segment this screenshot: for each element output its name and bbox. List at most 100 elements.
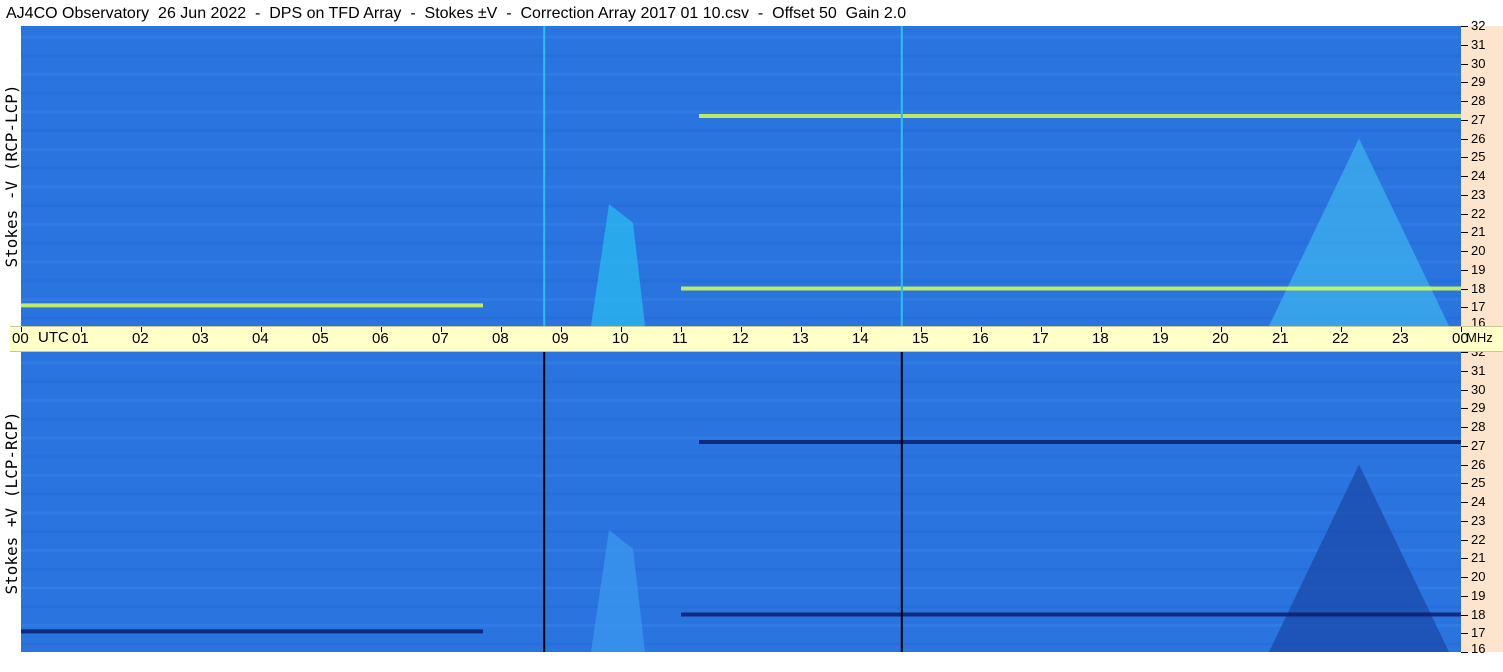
freq-band-texture bbox=[21, 297, 1461, 301]
freq-tick-label: 22 bbox=[1471, 531, 1486, 547]
freq-tick bbox=[1461, 63, 1468, 65]
freq-tick bbox=[1461, 520, 1468, 522]
freq-tick bbox=[1461, 194, 1468, 196]
time-tick-label: 20 bbox=[1212, 330, 1229, 347]
freq-tick bbox=[1461, 44, 1468, 46]
freq-tick-label: 25 bbox=[1471, 149, 1486, 165]
freq-tick-label: 26 bbox=[1471, 130, 1486, 146]
freq-band-texture bbox=[21, 222, 1461, 226]
freq-band-texture bbox=[21, 147, 1461, 151]
time-tick-label: 19 bbox=[1152, 330, 1169, 347]
freq-tick bbox=[1461, 82, 1468, 84]
freq-tick-label: 21 bbox=[1471, 224, 1486, 240]
freq-band-texture bbox=[21, 185, 1461, 189]
freq-band-texture bbox=[21, 166, 1461, 170]
freq-tick-label: 28 bbox=[1471, 93, 1486, 108]
spectrogram-bottom-canvas bbox=[21, 352, 1461, 652]
time-tick-label: 17 bbox=[1032, 330, 1049, 347]
time-tick-label: 13 bbox=[792, 330, 809, 347]
time-tick-label: 12 bbox=[732, 330, 749, 347]
freq-tick-label: 21 bbox=[1471, 550, 1486, 566]
freq-tick-label: 22 bbox=[1471, 205, 1486, 221]
freq-tick bbox=[1461, 464, 1468, 466]
freq-tick bbox=[1461, 370, 1468, 372]
freq-tick-label: 20 bbox=[1471, 569, 1486, 584]
freq-tick bbox=[1461, 577, 1468, 578]
freq-tick bbox=[1461, 232, 1468, 234]
freq-band-texture bbox=[21, 436, 1461, 440]
freq-tick-label: 16 bbox=[1471, 641, 1486, 656]
time-tick-label: 21 bbox=[1272, 330, 1289, 347]
freq-tick bbox=[1461, 427, 1468, 428]
interference-band-mark bbox=[21, 303, 483, 308]
time-tick-label: 14 bbox=[852, 330, 869, 347]
freq-band-texture bbox=[21, 586, 1461, 590]
freq-tick-label: 19 bbox=[1471, 261, 1486, 277]
time-tick-label: 01 bbox=[72, 330, 89, 347]
time-tick-label: 11 bbox=[672, 330, 688, 347]
vertical-marker-line bbox=[543, 352, 546, 652]
freq-tick-label: 24 bbox=[1471, 168, 1486, 183]
freq-band-texture bbox=[21, 530, 1461, 534]
time-tick-label: 16 bbox=[972, 330, 989, 347]
frequency-axis-bottom: 1617181920212223242526272829303132 bbox=[1461, 345, 1503, 656]
freq-tick bbox=[1461, 352, 1468, 353]
freq-tick-label: 18 bbox=[1471, 280, 1486, 296]
freq-tick bbox=[1461, 558, 1468, 560]
freq-tick bbox=[1461, 502, 1468, 503]
vertical-marker-line bbox=[543, 26, 546, 326]
freq-tick bbox=[1461, 119, 1468, 121]
burst-mark bbox=[591, 530, 645, 652]
freq-tick bbox=[1461, 101, 1468, 102]
freq-tick-label: 23 bbox=[1471, 186, 1486, 202]
freq-band-texture bbox=[21, 91, 1461, 95]
freq-tick-label: 23 bbox=[1471, 512, 1486, 528]
freq-band-texture bbox=[21, 567, 1461, 571]
freq-tick bbox=[1461, 213, 1468, 215]
spectrogram-bottom bbox=[21, 352, 1461, 652]
burst-mark bbox=[591, 204, 645, 326]
time-tick-label: 06 bbox=[372, 330, 389, 347]
freq-tick bbox=[1461, 614, 1468, 616]
freq-tick-label: 18 bbox=[1471, 606, 1486, 622]
freq-band-texture bbox=[21, 260, 1461, 264]
time-axis: 00 01 02 03 04 05 06 07 08 09 10 11 12 13 14 15 16 17 18 19… bbox=[10, 326, 1503, 352]
freq-tick-label: 30 bbox=[1471, 381, 1486, 397]
time-tick-label: 22 bbox=[1332, 330, 1349, 347]
freq-band-texture bbox=[21, 204, 1461, 208]
freq-band-texture bbox=[21, 35, 1461, 39]
interference-band-mark bbox=[699, 440, 1461, 444]
freq-tick-label: 31 bbox=[1471, 362, 1486, 378]
mhz-label: MHz bbox=[1466, 330, 1493, 345]
freq-tick bbox=[1461, 251, 1468, 252]
freq-tick bbox=[1461, 26, 1468, 27]
spectrogram-top-canvas bbox=[21, 26, 1461, 326]
window-title: AJ4CO Observatory 26 Jun 2022 - DPS on T… bbox=[6, 5, 907, 22]
time-tick-label: 02 bbox=[132, 330, 149, 347]
time-tick-label: 04 bbox=[252, 330, 269, 347]
freq-tick-label: 25 bbox=[1471, 475, 1486, 491]
bottom-panel-ylabel: Stokes +V (LCP-RCP) bbox=[2, 411, 21, 595]
freq-tick bbox=[1461, 539, 1468, 541]
freq-tick-label: 17 bbox=[1471, 625, 1486, 641]
freq-tick bbox=[1461, 389, 1468, 391]
vertical-marker-line bbox=[900, 26, 903, 326]
freq-tick-label: 17 bbox=[1471, 299, 1486, 315]
utc-label: UTC bbox=[38, 329, 69, 346]
freq-band-texture bbox=[21, 473, 1461, 477]
freq-tick bbox=[1461, 483, 1468, 485]
freq-band-texture bbox=[21, 241, 1461, 245]
freq-band-texture bbox=[21, 605, 1461, 609]
freq-band-texture bbox=[21, 380, 1461, 384]
time-tick-label: 23 bbox=[1392, 330, 1409, 347]
time-tick-label: 18 bbox=[1092, 330, 1109, 347]
top-panel-ylabel: Stokes -V (RCP-LCP) bbox=[2, 84, 21, 268]
freq-band-texture bbox=[21, 54, 1461, 58]
frequency-axis-top: 16 17 18 19 20 21 22 23 24 25 26 27 28 29 30 31 32 bbox=[1461, 19, 1503, 330]
freq-tick-label: 28 bbox=[1471, 419, 1486, 434]
freq-tick bbox=[1461, 408, 1468, 410]
freq-band-texture bbox=[21, 548, 1461, 552]
freq-band-texture bbox=[21, 279, 1461, 283]
freq-tick-label: 30 bbox=[1471, 55, 1486, 71]
freq-tick bbox=[1461, 157, 1468, 159]
